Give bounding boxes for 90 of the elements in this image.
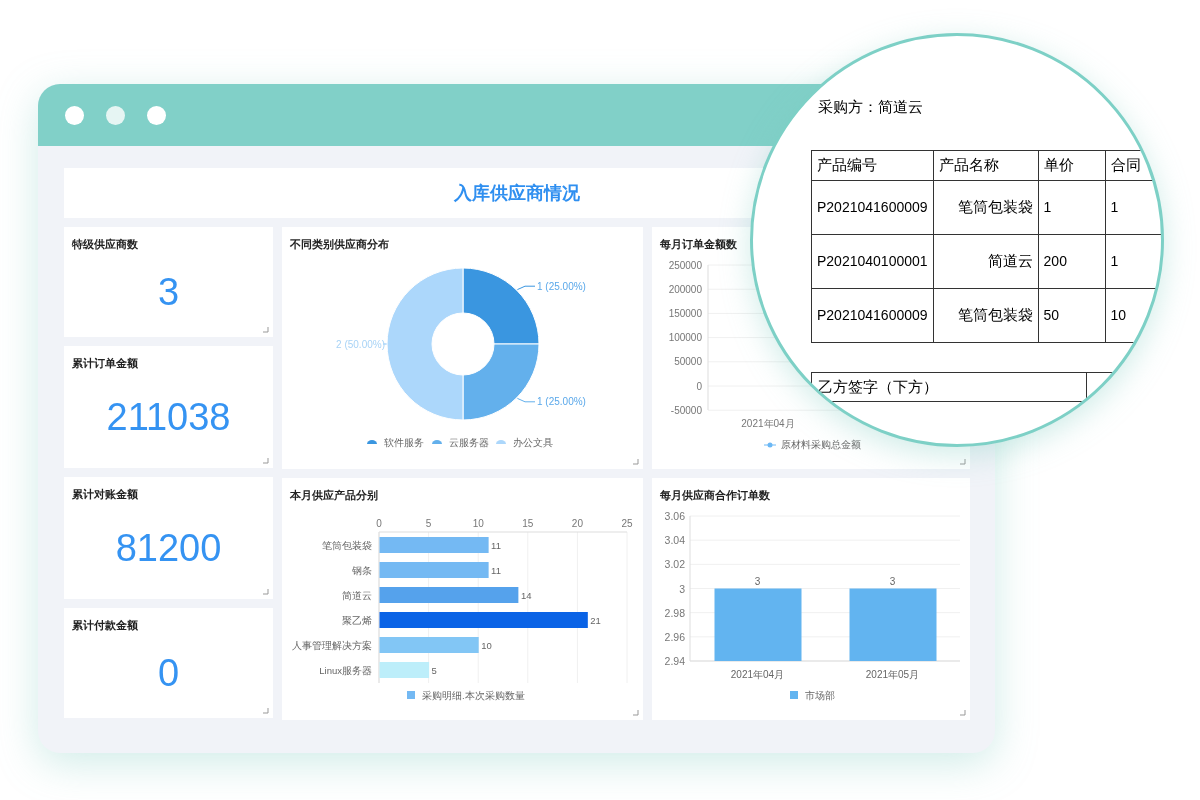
resize-handle-icon [263,327,269,333]
axis-category-label: 简道云 [342,589,372,601]
axis-tick-label: 5 [425,518,432,529]
axis-category-label: Linux服务器 [319,664,372,676]
table-cell: 笔筒包装袋 [933,288,1039,343]
axis-category-label: 人事管理解决方案 [292,639,372,651]
card-title: 本月供应产品分别 [289,488,379,503]
data-label: 14 [520,589,532,601]
data-label: 1 (25.00%) [537,396,586,408]
axis-tick-label: -50000 [670,404,702,416]
table-cell: 50 [1038,288,1106,343]
data-label: 1 (25.00%) [537,280,586,292]
column-header: 产品名称 [933,150,1039,181]
data-label: 11 [491,564,501,576]
data-label: 21 [590,614,601,626]
legend-icon [432,440,442,444]
table-cell: P2021041600009 [811,180,934,235]
leader-line [516,397,536,403]
legend-icon [763,442,777,448]
axis-tick-label: 3.02 [664,558,685,571]
resize-handle-icon [633,459,639,465]
legend-label: 市场部 [805,690,835,701]
axis-tick-label: 150000 [668,307,702,319]
data-label: 3 [889,575,896,587]
leader-line [382,343,388,345]
axis-tick-label: 0 [376,518,382,529]
legend-label: 软件服务 [384,437,424,448]
data-label: 2 (50.00%) [336,338,385,350]
legend-icon [790,691,798,699]
axis-tick-label: 10 [472,518,484,529]
card-title: 每月供应商合作订单数 [659,488,771,503]
axis-tick-label: 0 [696,380,702,392]
resize-handle-icon [263,458,269,464]
legend-icon [367,440,377,444]
resize-handle-icon [263,589,269,595]
legend-label: 采购明细.本次采购数量 [422,690,525,701]
table-cell: 1 [1038,180,1106,235]
legend-label: 原材料采购总金额 [781,439,861,450]
table-cell: 简道云 [933,234,1039,289]
data-label: 5 [431,664,437,676]
table-cell: P2021040100001 [811,234,934,289]
kpi-value: 211038 [106,397,231,436]
legend-icon [496,440,506,444]
data-label: 10 [481,639,492,651]
axis-tick-label: 3 [679,582,685,595]
axis-category-label: 钢条 [352,564,372,576]
card-title: 不同类别供应商分布 [289,237,390,252]
bar [379,662,430,678]
axis-category-label: 2021年05月 [865,669,920,680]
axis-category-label: 聚乙烯 [342,614,372,626]
legend-label: 办公文具 [513,437,553,448]
kpi-label: 累计对账金额 [71,487,139,502]
kpi-value: 81200 [115,528,222,567]
axis-tick-label: 2021年04月 [741,418,795,429]
axis-tick-label: 3.04 [664,534,685,547]
dashboard-title: 入库供应商情况 [454,181,580,205]
axis-tick-label: 20 [571,518,583,529]
kpi-value: 0 [157,653,180,692]
data-label: 11 [491,539,501,551]
table-cell: 200 [1038,234,1106,289]
kpi-label: 累计订单金额 [71,356,139,371]
column-header: 产品编号 [811,150,934,181]
table-cell: 笔筒包装袋 [933,180,1039,235]
axis-tick-label: 2.98 [664,606,685,619]
resize-handle-icon [633,710,639,716]
axis-tick-label: 200000 [668,283,702,295]
resize-handle-icon [263,708,269,714]
legend-label: 云服务器 [449,437,489,448]
axis-tick-label: 3.06 [664,510,685,522]
data-label: 3 [754,575,761,587]
axis-category-label: 2021年04月 [730,669,785,680]
axis-tick-label: 50000 [674,356,702,368]
kpi-label: 累计付款金额 [71,618,139,633]
axis-tick-label: 2.94 [664,655,685,667]
kpi-value: 3 [157,272,180,311]
table-cell: P2021041600009 [811,288,934,343]
axis-tick-label: 15 [522,518,534,529]
axis-tick-label: 100000 [668,332,702,344]
axis-tick-label: 250000 [668,259,702,271]
axis-tick-label: 2.96 [664,630,685,643]
resize-handle-icon [960,710,966,716]
buyer-label: 采购方：简道云 [818,97,923,117]
card-title: 每月订单金额数 [659,237,738,252]
resize-handle-icon [960,459,966,465]
column-header: 单价 [1038,150,1106,181]
kpi-label: 特级供应商数 [71,237,139,252]
axis-tick-label: 25 [621,518,633,529]
axis-category-label: 笔筒包装袋 [322,539,372,551]
leader-line [516,285,536,291]
legend-icon [407,691,415,699]
